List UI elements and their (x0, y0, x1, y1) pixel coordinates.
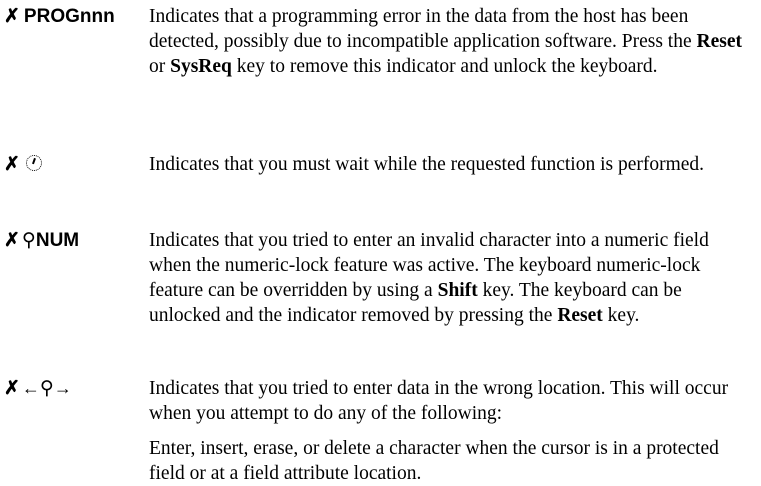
stick-figure-icon: ⚲ (21, 230, 36, 251)
indicator-label: NUM (35, 230, 80, 251)
stick-figure-icon: ⚲ (39, 378, 54, 399)
x-mark-icon: ✗ (4, 6, 20, 27)
indicator-wait: ✗ (4, 152, 42, 177)
clock-icon (25, 155, 42, 171)
description-num: Indicates that you tried to enter an inv… (149, 228, 749, 328)
text: or (149, 56, 171, 77)
description-wait: Indicates that you must wait while the r… (149, 152, 749, 177)
paragraph: Enter, insert, erase, or delete a charac… (149, 438, 719, 484)
description-prog: Indicates that a programming error in th… (149, 4, 749, 79)
text: key. (602, 305, 640, 326)
left-arrow-icon: ← (21, 378, 40, 398)
x-mark-icon: ✗ (4, 378, 20, 399)
text: key to remove this indicator and unlock … (231, 56, 658, 77)
paragraph: Indicates that you tried to enter data i… (149, 378, 729, 424)
indicator-num: ✗ ⚲NUM (4, 228, 79, 253)
description-location: Indicates that you tried to enter data i… (149, 376, 749, 486)
key-name: Reset (696, 31, 742, 52)
key-name: Reset (557, 305, 603, 326)
indicator-location: ✗ ←⚲→ (4, 376, 72, 401)
right-arrow-icon: → (53, 378, 72, 398)
x-mark-icon: ✗ (4, 154, 20, 175)
indicator-prog: ✗ PROGnnn (4, 4, 115, 29)
text: Indicates that you must wait while the r… (149, 154, 705, 175)
key-name: Shift (437, 280, 478, 301)
key-name: SysReq (170, 56, 232, 77)
text: Indicates that a programming error in th… (149, 6, 697, 52)
x-mark-icon: ✗ (4, 230, 20, 251)
indicator-label: PROGnnn (23, 6, 115, 27)
